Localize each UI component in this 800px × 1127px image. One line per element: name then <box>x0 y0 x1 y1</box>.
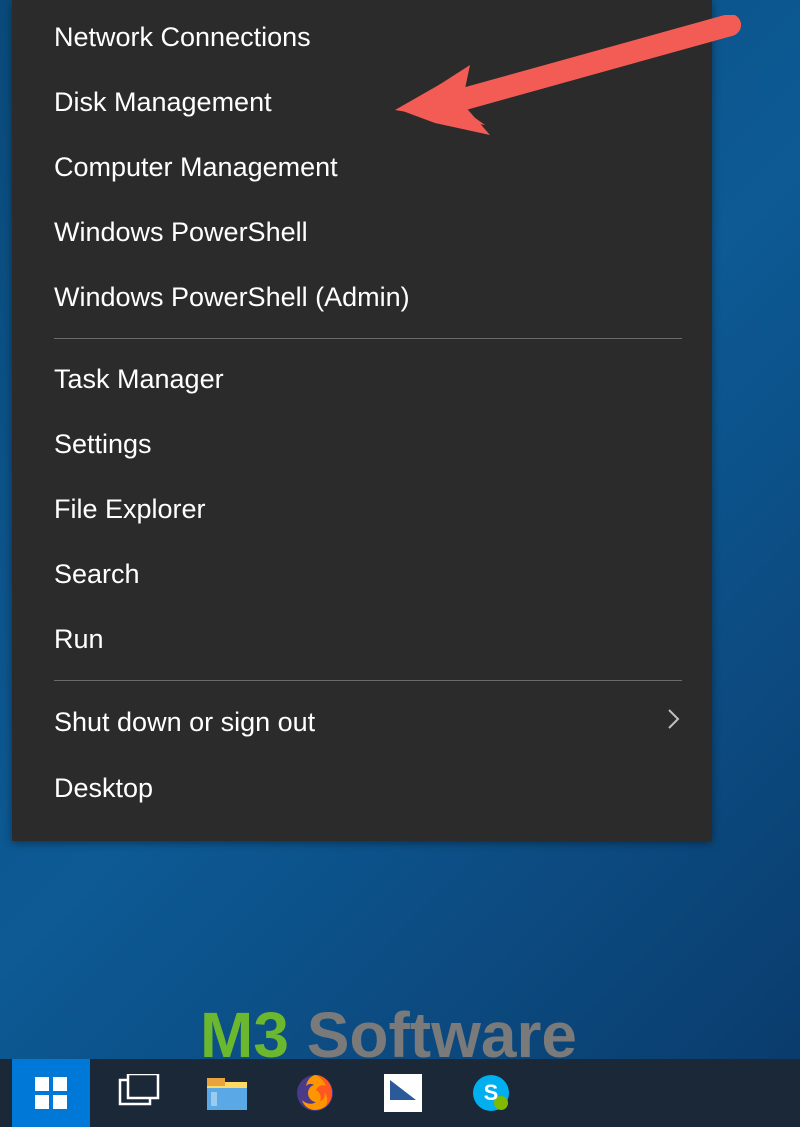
firefox-icon[interactable] <box>276 1059 354 1127</box>
skype-icon[interactable]: S <box>452 1059 530 1127</box>
menu-item-search[interactable]: Search <box>12 542 712 607</box>
menu-item-run[interactable]: Run <box>12 607 712 672</box>
menu-item-windows-powershell-admin[interactable]: Windows PowerShell (Admin) <box>12 265 712 330</box>
menu-item-shut-down-or-sign-out[interactable]: Shut down or sign out <box>12 689 712 756</box>
task-view-icon[interactable] <box>100 1059 178 1127</box>
menu-label: Network Connections <box>54 22 311 53</box>
menu-label: Task Manager <box>54 364 224 395</box>
menu-label: Search <box>54 559 140 590</box>
menu-item-disk-management[interactable]: Disk Management <box>12 70 712 135</box>
file-explorer-icon[interactable] <box>188 1059 266 1127</box>
menu-item-settings[interactable]: Settings <box>12 412 712 477</box>
menu-label: Settings <box>54 429 152 460</box>
menu-separator <box>54 338 682 339</box>
menu-label: Windows PowerShell (Admin) <box>54 282 410 313</box>
menu-label: Windows PowerShell <box>54 217 308 248</box>
app-icon[interactable] <box>364 1059 442 1127</box>
svg-text:S: S <box>484 1080 499 1105</box>
menu-item-network-connections[interactable]: Network Connections <box>12 5 712 70</box>
menu-label: Disk Management <box>54 87 272 118</box>
taskbar: S <box>0 1059 800 1127</box>
menu-label: File Explorer <box>54 494 206 525</box>
menu-label: Computer Management <box>54 152 338 183</box>
menu-label: Desktop <box>54 773 153 804</box>
menu-item-file-explorer[interactable]: File Explorer <box>12 477 712 542</box>
menu-separator <box>54 680 682 681</box>
start-button[interactable] <box>12 1059 90 1127</box>
menu-item-desktop[interactable]: Desktop <box>12 756 712 821</box>
chevron-right-icon <box>666 706 682 739</box>
menu-item-windows-powershell[interactable]: Windows PowerShell <box>12 200 712 265</box>
menu-item-computer-management[interactable]: Computer Management <box>12 135 712 200</box>
menu-label: Run <box>54 624 104 655</box>
winx-context-menu: Network Connections Disk Management Comp… <box>12 0 712 841</box>
menu-label: Shut down or sign out <box>54 707 315 738</box>
menu-item-task-manager[interactable]: Task Manager <box>12 347 712 412</box>
